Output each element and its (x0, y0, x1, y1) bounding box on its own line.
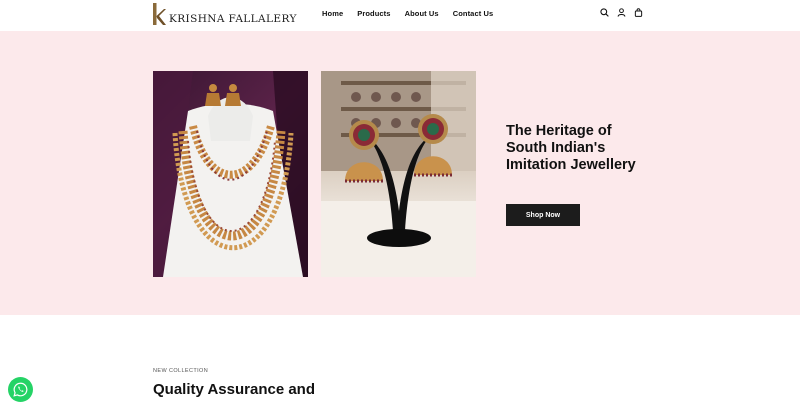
nav-about-us[interactable]: About Us (405, 9, 439, 18)
site-logo[interactable]: KRISHNA FALLALERY (153, 3, 297, 25)
shop-now-button[interactable]: Shop Now (506, 204, 580, 226)
whatsapp-button[interactable] (8, 377, 33, 402)
header-actions (600, 8, 643, 17)
whatsapp-icon (13, 382, 28, 397)
nav-contact-us[interactable]: Contact Us (453, 9, 494, 18)
logo-mark-icon (153, 3, 167, 25)
hero-title: The Heritage of South Indian's Imitation… (506, 123, 636, 173)
necklace-set-image[interactable] (153, 71, 308, 277)
user-icon[interactable] (617, 8, 626, 17)
search-icon[interactable] (600, 8, 609, 17)
nav-home[interactable]: Home (322, 9, 343, 18)
collection-eyebrow: NEW COLLECTION (153, 368, 209, 374)
collection-title: Quality Assurance and (153, 381, 315, 398)
bag-icon[interactable] (634, 8, 643, 17)
site-header: KRISHNA FALLALERY Home Products About Us… (0, 0, 800, 31)
nav-products[interactable]: Products (357, 9, 390, 18)
main-nav: Home Products About Us Contact Us (322, 9, 507, 18)
hero-section: The Heritage of South Indian's Imitation… (0, 31, 800, 315)
jhumka-earrings-image[interactable] (321, 71, 476, 277)
brand-name: KRISHNA FALLALERY (169, 13, 297, 25)
